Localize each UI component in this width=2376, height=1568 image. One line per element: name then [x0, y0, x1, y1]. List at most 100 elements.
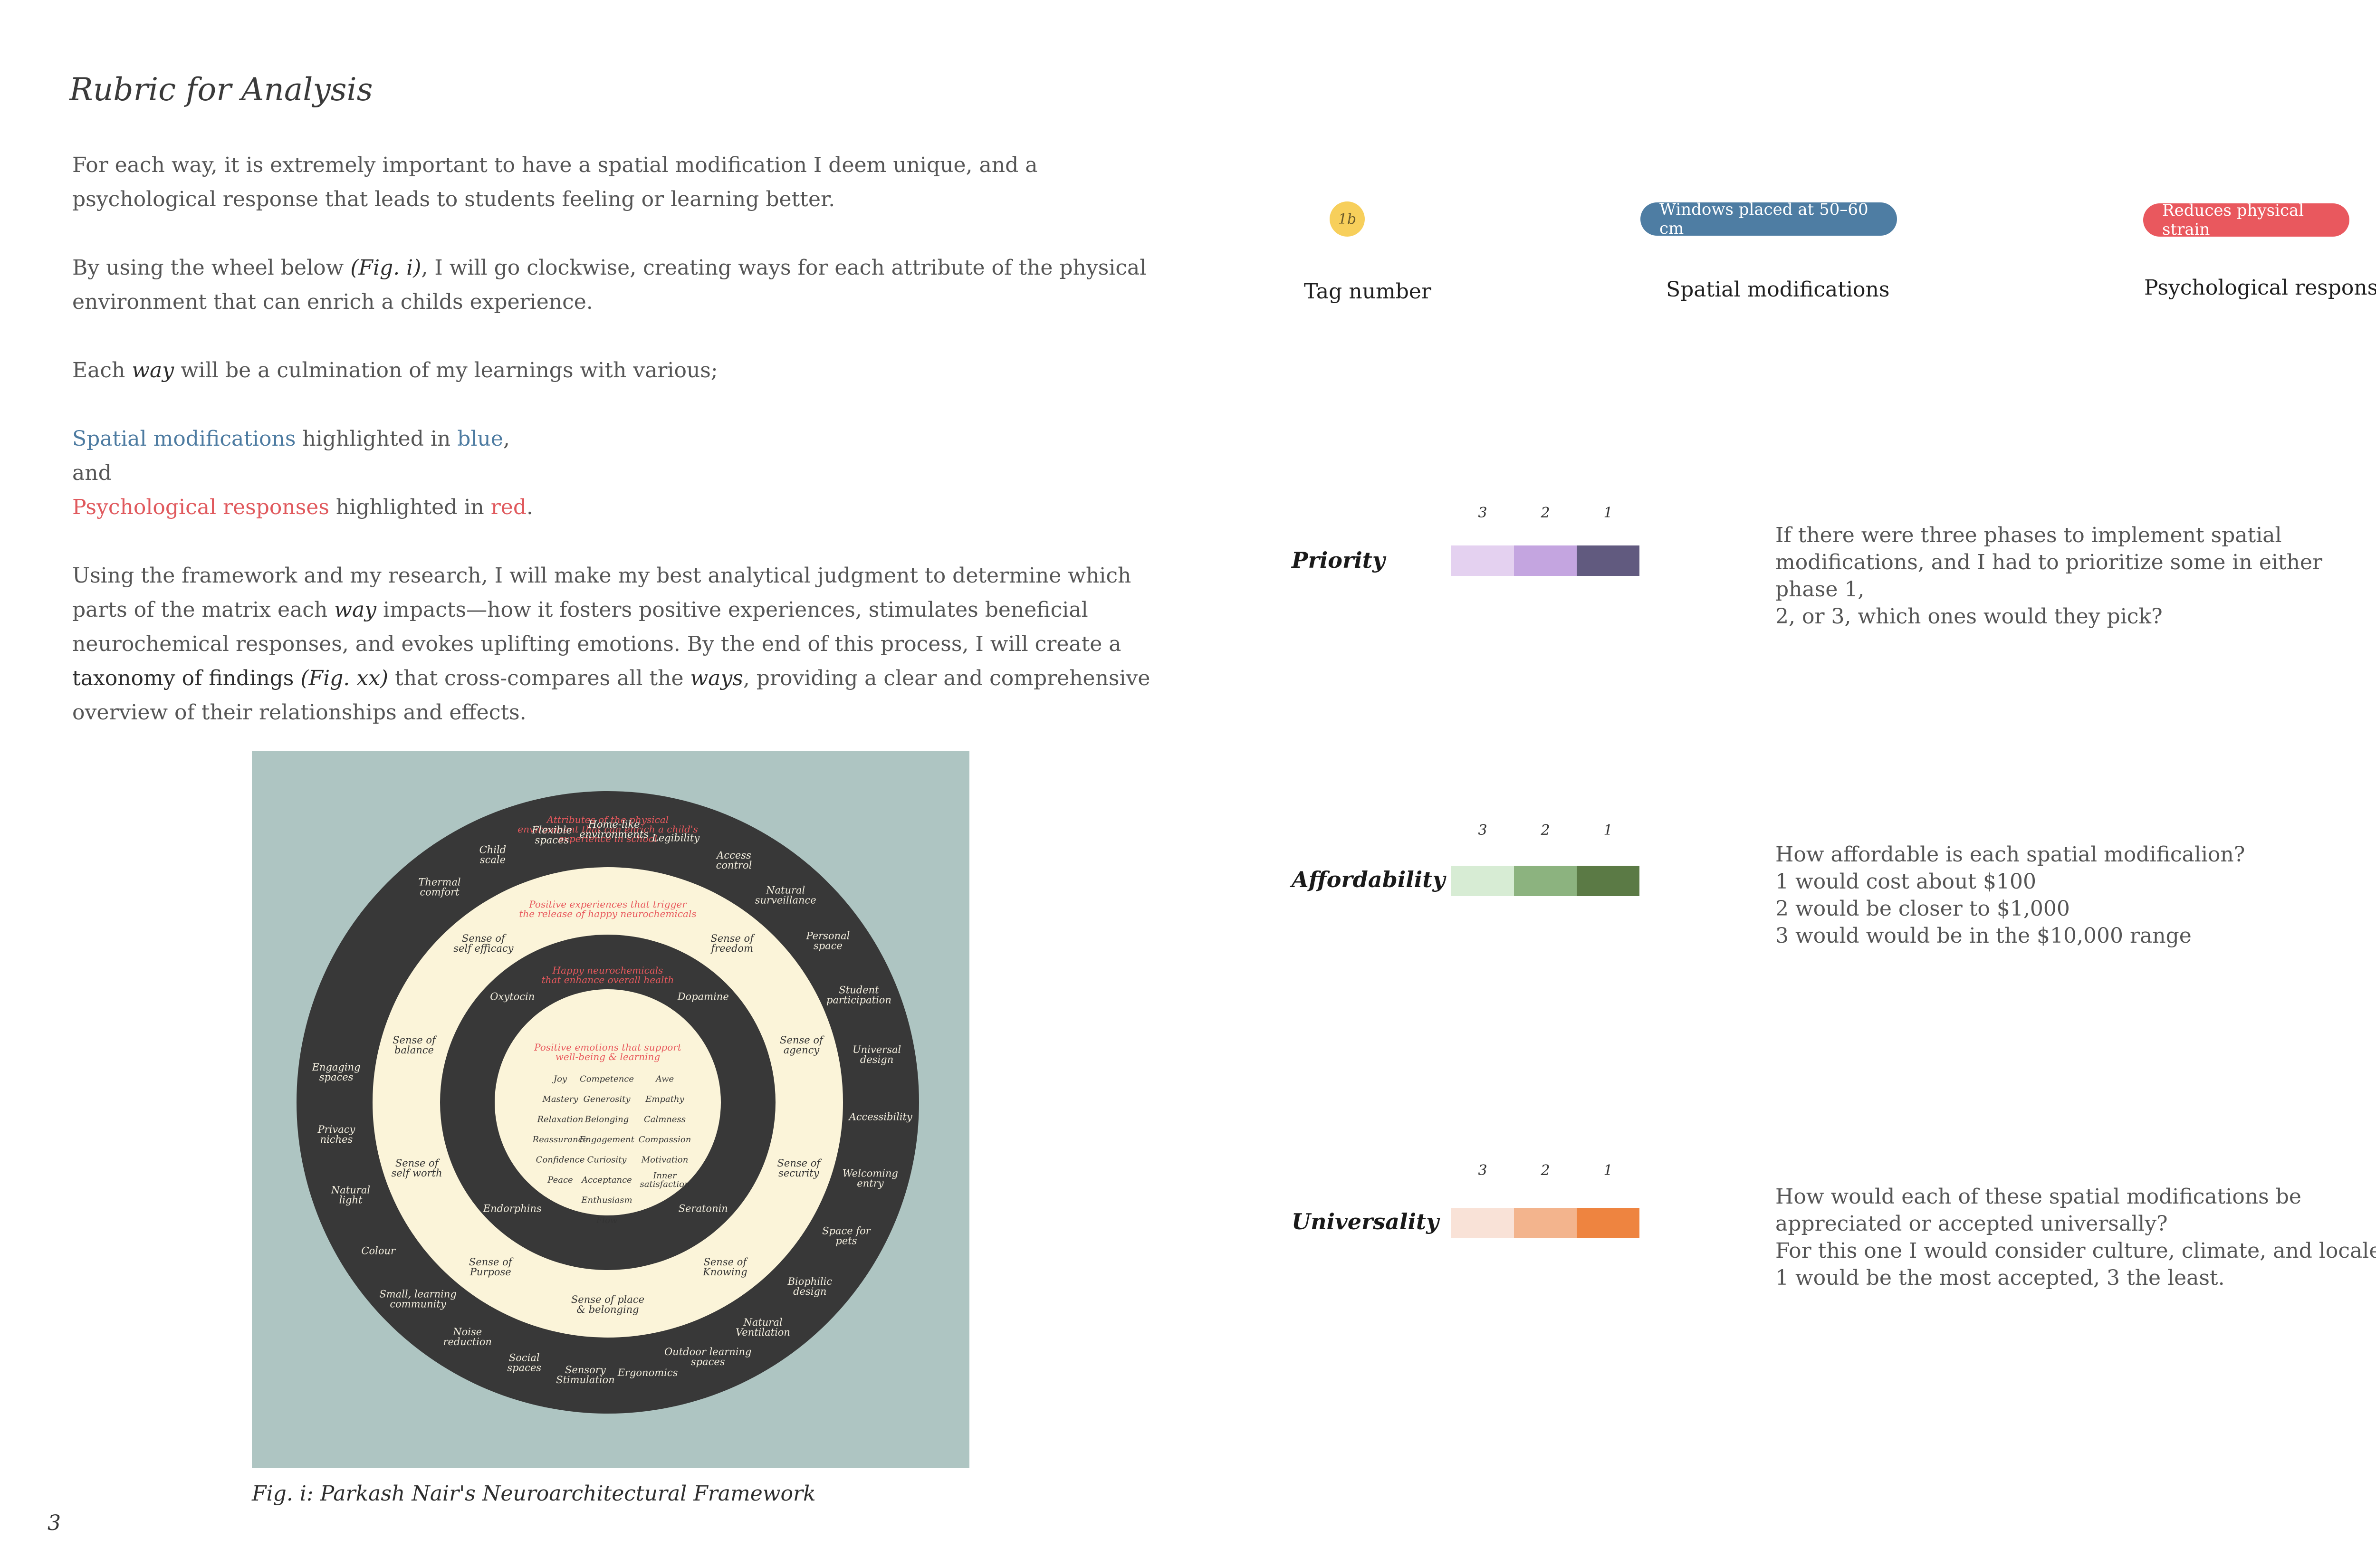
emotion-label: Engagement	[579, 1135, 634, 1145]
affordability-swatch	[1577, 866, 1639, 896]
outer-attribute-label: Access control	[716, 850, 752, 871]
emotion-label: Belonging	[584, 1114, 629, 1124]
emphasis-way: way	[334, 598, 377, 622]
emphasis-way: way	[132, 358, 174, 382]
paragraph-4c: Psychological responses highlighted in r…	[72, 490, 1156, 525]
outer-attribute-label: Colour	[361, 1245, 396, 1257]
affordability-label: Affordability	[1292, 867, 1446, 892]
outer-attribute-label: Biophilic design	[787, 1276, 832, 1297]
priority-swatches	[1451, 545, 1639, 576]
text-run: Each	[72, 358, 132, 382]
outer-attribute-label: Legibility	[651, 832, 700, 843]
spatial-modifications-label: Spatial modifications	[1666, 277, 1890, 302]
description-line: For this one I would consider culture, c…	[1775, 1239, 2376, 1263]
priority-swatch	[1451, 545, 1514, 576]
experience-label: Sense of security	[777, 1157, 822, 1179]
outer-attribute-label: Social spaces	[507, 1352, 541, 1373]
emotion-label: Empathy	[645, 1094, 684, 1104]
universality-label: Universality	[1292, 1209, 1439, 1234]
description-line: modifications, and I had to prioritize s…	[1775, 550, 2323, 602]
emotion-label: Generosity	[583, 1094, 631, 1104]
figure-reference: (Fig. i)	[350, 256, 422, 280]
outer-attribute-label: Flexible spaces	[531, 824, 572, 846]
outer-attribute-label: Child scale	[479, 844, 506, 865]
intro-text: For each way, it is extremely important …	[72, 148, 1156, 764]
text-run: .	[527, 495, 533, 519]
priority-label: Priority	[1292, 547, 1385, 573]
paragraph-1: For each way, it is extremely important …	[72, 153, 1038, 211]
blue-word: blue	[457, 427, 503, 451]
description-line: 1 would be the most accepted, 3 the leas…	[1775, 1266, 2225, 1290]
tag-number-label: Tag number	[1304, 279, 1431, 304]
description-line: appreciated or accepted universally?	[1775, 1212, 2168, 1236]
affordability-description: How affordable is each spatial modifical…	[1775, 841, 2376, 949]
framework-figure: Attributes of the physical environment th…	[252, 751, 969, 1468]
cream-ring-title: Positive experiences that trigger the rel…	[519, 899, 696, 919]
emotion-label: Relaxation	[537, 1114, 584, 1124]
spatial-modification-pill: Windows placed at 50–60 cm	[1640, 200, 1897, 238]
experience-label: Sense of balance	[393, 1034, 437, 1056]
description-line: 2, or 3, which ones would they pick?	[1775, 604, 2163, 629]
emotion-label: Competence	[580, 1074, 634, 1084]
description-line: If there were three phases to implement …	[1775, 523, 2282, 547]
experience-label: Sense of self efficacy	[453, 933, 514, 954]
figure-reference: (Fig. xx)	[294, 666, 389, 690]
scale-number: 1	[1603, 1162, 1613, 1179]
paragraph-3: Each way will be a culmination of my lea…	[72, 354, 1156, 388]
emotion-label: Curiosity	[587, 1155, 627, 1165]
outer-attribute-label: Accessibility	[848, 1111, 913, 1122]
page-title: Rubric for Analysis	[69, 71, 373, 108]
scale-number: 3	[1478, 822, 1487, 839]
emotion-label: Joy	[552, 1074, 567, 1084]
experience-label: Sense of freedom	[710, 933, 755, 954]
outer-attribute-label: Home-like environments	[579, 819, 649, 840]
description-line: 1 would cost about $100	[1775, 870, 2036, 894]
priority-description: If there were three phases to implement …	[1775, 522, 2376, 630]
paragraph-2: By using the wheel below (Fig. i), I wil…	[72, 251, 1156, 319]
outer-attribute-label: Ergonomics	[617, 1367, 678, 1378]
experience-label: Sense of Purpose	[469, 1256, 514, 1278]
spatial-highlight: Spatial modifications	[72, 427, 296, 451]
scale-number: 3	[1478, 505, 1487, 521]
outer-attribute-label: Engaging spaces	[312, 1061, 361, 1083]
outer-attribute-label: Thermal comfort	[418, 877, 460, 898]
text-run: highlighted in	[296, 427, 458, 451]
emotion-label: Confidence	[536, 1155, 585, 1165]
paragraph-4a: Spatial modifications highlighted in blu…	[72, 422, 1156, 456]
priority-swatch	[1514, 545, 1577, 576]
affordability-scale-numbers: 3 2 1	[1451, 822, 1639, 841]
emphasis-ways: ways	[690, 666, 743, 690]
outer-attribute-label: Privacy niches	[317, 1124, 355, 1145]
red-word: red	[490, 495, 527, 519]
psychological-response-pill: Reduces physical strain	[2143, 201, 2349, 239]
neurochemical-label: Oxytocin	[490, 991, 535, 1002]
emotion-label: Acceptance	[581, 1175, 632, 1185]
neuroarchitecture-wheel: Attributes of the physical environment th…	[297, 791, 919, 1414]
text-run: ,	[503, 427, 510, 451]
text-run: that cross-compares all the	[388, 666, 690, 690]
emotion-label: Compassion	[639, 1135, 691, 1145]
description-line: How would each of these spatial modifica…	[1775, 1185, 2301, 1209]
priority-swatch	[1577, 545, 1639, 576]
scale-number: 1	[1603, 505, 1613, 521]
emotion-label: Motivation	[641, 1155, 689, 1165]
emotion-label: Calmness	[644, 1114, 686, 1124]
text-run: By using the wheel below	[72, 256, 351, 280]
description-line: 3 would would be in the $10,000 range	[1775, 924, 2192, 948]
description-line: How affordable is each spatial modifical…	[1775, 842, 2245, 867]
affordability-swatch	[1451, 866, 1514, 896]
center-title: Positive emotions that support well-being…	[534, 1042, 682, 1062]
affordability-swatch	[1514, 866, 1577, 896]
paragraph-5: Using the framework and my research, I w…	[72, 559, 1156, 730]
emotion-label: Mastery	[542, 1094, 578, 1104]
experience-label: Sense of Knowing	[702, 1256, 748, 1278]
experience-label: Sense of place & belonging	[571, 1294, 644, 1315]
scale-number: 1	[1603, 822, 1613, 839]
scale-number: 2	[1541, 1162, 1550, 1179]
text-run: will be a culmination of my learnings wi…	[174, 358, 718, 382]
taxonomy-phrase: taxonomy of findings	[72, 666, 294, 690]
text-run: highlighted in	[329, 495, 491, 519]
emotion-label: Enthusiasm	[581, 1195, 632, 1205]
priority-scale-numbers: 3 2 1	[1451, 505, 1639, 524]
psychological-response-label: Psychological response	[2144, 276, 2376, 300]
